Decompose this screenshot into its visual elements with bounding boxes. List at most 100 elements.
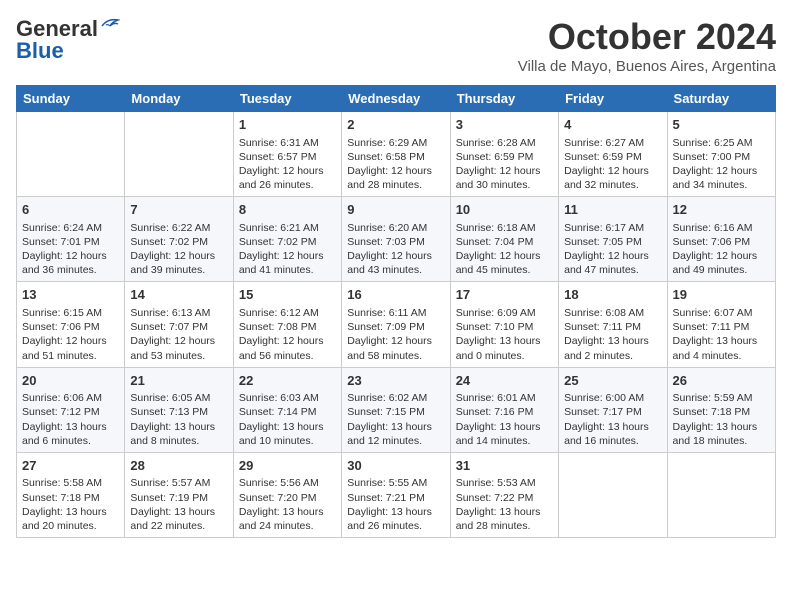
cell-content: 18Sunrise: 6:08 AMSunset: 7:11 PMDayligh… [564,286,661,362]
sunrise-text: Sunrise: 6:24 AM [22,222,102,234]
calendar-cell: 6Sunrise: 6:24 AMSunset: 7:01 PMDaylight… [17,197,125,282]
cell-content: 9 Sunrise: 6:20 AM Sunset: 7:03 PM Daylight… [347,201,444,277]
sunrise-text: Sunrise: 6:02 AM [347,392,427,404]
sunset-text: Sunset: 7:18 PM [22,492,100,504]
sunrise-text: Sunrise: 6:11 AM [347,307,426,319]
sunset-text: Sunset: 7:20 PM [239,492,317,504]
cell-content: 1Sunrise: 6:31 AMSunset: 6:57 PMDaylight… [239,116,336,192]
daylight-text: Daylight: 13 hours and 28 minutes. [456,506,541,532]
sunset-text: Sunset: 7:03 PM [347,236,425,248]
daylight-text: Daylight: 12 hours and 34 minutes. [673,165,758,191]
calendar-cell: 1Sunrise: 6:31 AMSunset: 6:57 PMDaylight… [233,112,341,197]
calendar-cell: 29Sunrise: 5:56 AMSunset: 7:20 PMDayligh… [233,452,341,537]
sunrise-text: Sunrise: 6:20 AM [347,222,427,234]
day-number: 17 [456,286,553,304]
sunset-text: Sunset: 7:09 PM [347,321,425,333]
cell-content: 30Sunrise: 5:55 AMSunset: 7:21 PMDayligh… [347,457,444,533]
daylight-text: Daylight: 13 hours and 4 minutes. [673,335,758,361]
calendar-cell: 3Sunrise: 6:28 AMSunset: 6:59 PMDaylight… [450,112,558,197]
sunset-text: Sunset: 6:59 PM [564,151,642,163]
daylight-text: Daylight: 13 hours and 24 minutes. [239,506,324,532]
cell-content: 25Sunrise: 6:00 AMSunset: 7:17 PMDayligh… [564,372,661,448]
calendar-cell: 5Sunrise: 6:25 AMSunset: 7:00 PMDaylight… [667,112,775,197]
cell-content: 23Sunrise: 6:02 AMSunset: 7:15 PMDayligh… [347,372,444,448]
calendar-cell: 4Sunrise: 6:27 AMSunset: 6:59 PMDaylight… [559,112,667,197]
calendar-week-1: 1Sunrise: 6:31 AMSunset: 6:57 PMDaylight… [17,112,776,197]
cell-content: 22Sunrise: 6:03 AMSunset: 7:14 PMDayligh… [239,372,336,448]
day-number: 2 [347,116,444,134]
day-number: 11 [564,201,661,219]
cell-content: 21 Sunrise: 6:05 AM Sunset: 7:13 PM Dayligh… [130,372,227,448]
calendar-week-4: 20Sunrise: 6:06 AMSunset: 7:12 PMDayligh… [17,367,776,452]
daylight-text: Daylight: 12 hours and 56 minutes. [239,335,324,361]
calendar-cell: 20Sunrise: 6:06 AMSunset: 7:12 PMDayligh… [17,367,125,452]
weekday-header-thursday: Thursday [450,86,558,112]
cell-content: 7Sunrise: 6:22 AMSunset: 7:02 PMDaylight… [130,201,227,277]
sunrise-text: Sunrise: 6:27 AM [564,137,644,149]
day-number: 26 [673,372,770,390]
calendar-cell: 10Sunrise: 6:18 AMSunset: 7:04 PMDayligh… [450,197,558,282]
sunrise-text: Sunrise: 6:25 AM [673,137,753,149]
sunset-text: Sunset: 7:11 PM [564,321,641,333]
day-number: 21 [130,372,227,390]
calendar-cell: 31 Sunrise: 5:53 AM Sunset: 7:22 PM Dayligh… [450,452,558,537]
cell-content: 6Sunrise: 6:24 AMSunset: 7:01 PMDaylight… [22,201,119,277]
calendar-cell: 27Sunrise: 5:58 AMSunset: 7:18 PMDayligh… [17,452,125,537]
daylight-text: Daylight: 12 hours and 28 minutes. [347,165,432,191]
calendar-cell: 30Sunrise: 5:55 AMSunset: 7:21 PMDayligh… [342,452,450,537]
cell-content: 14Sunrise: 6:13 AMSunset: 7:07 PMDayligh… [130,286,227,362]
sunset-text: Sunset: 6:57 PM [239,151,317,163]
sunset-text: Sunset: 7:22 PM [456,492,534,504]
calendar-cell: 9 Sunrise: 6:20 AM Sunset: 7:03 PM Daylight… [342,197,450,282]
calendar-cell: 11Sunrise: 6:17 AMSunset: 7:05 PMDayligh… [559,197,667,282]
daylight-text: Daylight: 12 hours and 51 minutes. [22,335,107,361]
sunrise-text: Sunrise: 6:08 AM [564,307,644,319]
sunrise-text: Sunrise: 5:58 AM [22,477,102,489]
calendar-cell: 14Sunrise: 6:13 AMSunset: 7:07 PMDayligh… [125,282,233,367]
daylight-text: Daylight: 12 hours and 41 minutes. [239,250,324,276]
sunset-text: Sunset: 7:02 PM [239,236,317,248]
daylight-text: Daylight: 13 hours and 10 minutes. [239,421,324,447]
daylight-text: Daylight: 13 hours and 22 minutes. [130,506,215,532]
title-block: October 2024 Villa de Mayo, Buenos Aires… [518,16,776,75]
day-number: 22 [239,372,336,390]
calendar-cell: 17Sunrise: 6:09 AMSunset: 7:10 PMDayligh… [450,282,558,367]
daylight-text: Daylight: 13 hours and 8 minutes. [130,421,215,447]
calendar-cell: 7Sunrise: 6:22 AMSunset: 7:02 PMDaylight… [125,197,233,282]
daylight-text: Daylight: 13 hours and 18 minutes. [673,421,758,447]
sunrise-text: Sunrise: 6:28 AM [456,137,536,149]
day-number: 4 [564,116,661,134]
sunset-text: Sunset: 7:13 PM [130,406,208,418]
daylight-text: Daylight: 13 hours and 20 minutes. [22,506,107,532]
cell-content: 10Sunrise: 6:18 AMSunset: 7:04 PMDayligh… [456,201,553,277]
day-number: 28 [130,457,227,475]
day-number: 10 [456,201,553,219]
calendar-cell: 22Sunrise: 6:03 AMSunset: 7:14 PMDayligh… [233,367,341,452]
calendar-cell [667,452,775,537]
calendar-cell: 23Sunrise: 6:02 AMSunset: 7:15 PMDayligh… [342,367,450,452]
weekday-header-monday: Monday [125,86,233,112]
sunrise-text: Sunrise: 6:12 AM [239,307,319,319]
day-number: 12 [673,201,770,219]
calendar-cell: 25Sunrise: 6:00 AMSunset: 7:17 PMDayligh… [559,367,667,452]
cell-content: 26Sunrise: 5:59 AMSunset: 7:18 PMDayligh… [673,372,770,448]
cell-content: 4Sunrise: 6:27 AMSunset: 6:59 PMDaylight… [564,116,661,192]
day-number: 9 [347,201,444,219]
calendar-week-5: 27Sunrise: 5:58 AMSunset: 7:18 PMDayligh… [17,452,776,537]
day-number: 31 [456,457,553,475]
day-number: 30 [347,457,444,475]
logo-text-blue: Blue [16,38,64,64]
sunset-text: Sunset: 7:04 PM [456,236,534,248]
sunset-text: Sunset: 6:59 PM [456,151,534,163]
day-number: 6 [22,201,119,219]
daylight-text: Daylight: 12 hours and 45 minutes. [456,250,541,276]
sunset-text: Sunset: 7:15 PM [347,406,425,418]
sunset-text: Sunset: 7:17 PM [564,406,642,418]
daylight-text: Daylight: 12 hours and 43 minutes. [347,250,432,276]
sunset-text: Sunset: 7:08 PM [239,321,317,333]
sunset-text: Sunset: 7:06 PM [22,321,100,333]
sunrise-text: Sunrise: 6:05 AM [130,392,210,404]
sunset-text: Sunset: 7:14 PM [239,406,317,418]
sunrise-text: Sunrise: 5:53 AM [456,477,536,489]
calendar-cell [125,112,233,197]
